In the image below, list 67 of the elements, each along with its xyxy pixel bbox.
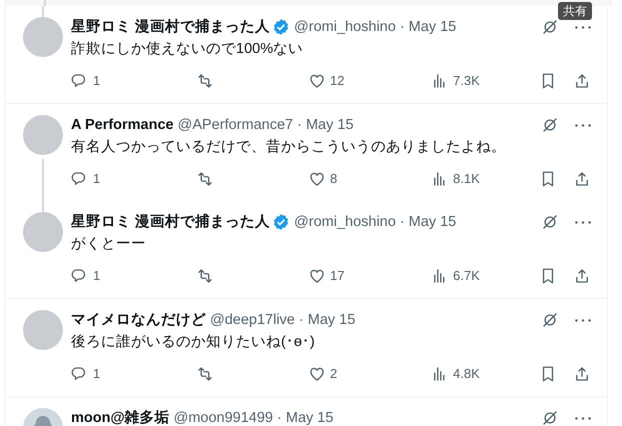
tweet-text: 有名人つかっているだけで、昔からこういうのありましたよね。 bbox=[71, 138, 507, 157]
views-button[interactable]: 8.1K bbox=[431, 169, 480, 189]
like-button[interactable]: 17 bbox=[308, 266, 344, 286]
more-button[interactable] bbox=[575, 220, 591, 224]
more-button[interactable] bbox=[575, 416, 591, 420]
share-icon bbox=[573, 365, 591, 383]
share-button[interactable] bbox=[573, 72, 591, 90]
like-button[interactable]: 12 bbox=[308, 71, 344, 91]
views-button[interactable]: 7.3K bbox=[431, 71, 480, 91]
more-icon bbox=[575, 124, 591, 126]
more-button[interactable] bbox=[575, 124, 591, 126]
share-button[interactable] bbox=[573, 365, 591, 383]
user-name[interactable]: A Performance bbox=[71, 115, 174, 135]
slashed-circle-icon bbox=[541, 116, 559, 134]
more-button[interactable] bbox=[575, 318, 591, 322]
grok-button[interactable] bbox=[541, 311, 559, 329]
slashed-circle-icon bbox=[541, 18, 559, 36]
repost-button[interactable] bbox=[196, 72, 214, 90]
reply-button[interactable]: 1 bbox=[71, 266, 100, 286]
handle-and-date: @moon991499 · May 15 bbox=[174, 409, 334, 426]
share-icon bbox=[573, 72, 591, 90]
like-button[interactable]: 2 bbox=[308, 364, 338, 384]
heart-icon bbox=[308, 72, 326, 90]
handle-and-date: @APerformance7 · May 15 bbox=[178, 116, 354, 135]
reply-button[interactable]: 1 bbox=[71, 169, 100, 189]
reply-button[interactable]: 1 bbox=[71, 364, 100, 384]
share-button[interactable] bbox=[573, 170, 591, 188]
share-tooltip: 共有 bbox=[558, 2, 592, 20]
heart-icon bbox=[308, 267, 326, 285]
grok-button[interactable] bbox=[541, 116, 559, 134]
more-icon bbox=[575, 220, 591, 224]
grok-button[interactable] bbox=[541, 18, 559, 36]
handle-and-date: @deep17live · May 15 bbox=[210, 311, 356, 330]
like-button[interactable]: 8 bbox=[308, 169, 338, 189]
more-icon bbox=[575, 26, 591, 28]
repost-button[interactable] bbox=[196, 267, 214, 285]
share-icon bbox=[573, 267, 591, 285]
handle-and-date: @romi_hoshino · May 15 bbox=[294, 18, 456, 37]
share-button[interactable] bbox=[573, 267, 591, 285]
slashed-circle-icon bbox=[541, 409, 559, 426]
repost-icon bbox=[196, 267, 214, 285]
repost-icon bbox=[196, 365, 214, 383]
slashed-circle-icon bbox=[541, 213, 559, 231]
tweet-text: 後ろに誰がいるのか知りたいね(･ө･) bbox=[71, 333, 316, 352]
repost-button[interactable] bbox=[196, 365, 214, 383]
user-name[interactable]: moon@雑多垢 bbox=[71, 408, 170, 426]
slashed-circle-icon bbox=[541, 311, 559, 329]
reply-button[interactable]: 1 bbox=[71, 71, 100, 91]
heart-icon bbox=[308, 365, 326, 383]
repost-icon bbox=[196, 72, 214, 90]
handle-and-date: @romi_hoshino · May 15 bbox=[294, 213, 456, 232]
repost-button[interactable] bbox=[196, 170, 214, 188]
heart-icon bbox=[308, 170, 326, 188]
tweet-text: がくとーー bbox=[71, 235, 147, 254]
grok-button[interactable] bbox=[541, 213, 559, 231]
grok-button[interactable] bbox=[541, 409, 559, 426]
views-button[interactable]: 4.8K bbox=[431, 364, 480, 384]
repost-icon bbox=[196, 170, 214, 188]
user-name[interactable]: 星野ロミ 漫画村で捕まった人 bbox=[71, 212, 270, 232]
more-icon bbox=[575, 318, 591, 322]
share-icon bbox=[573, 170, 591, 188]
more-icon bbox=[575, 416, 591, 420]
tweet-text: 詐欺にしか使えないので100%ない bbox=[71, 40, 304, 59]
user-name[interactable]: マイメロなんだけど bbox=[71, 310, 206, 330]
user-name[interactable]: 星野ロミ 漫画村で捕まった人 bbox=[71, 17, 270, 37]
more-button[interactable] bbox=[575, 26, 591, 28]
views-button[interactable]: 6.7K bbox=[431, 266, 480, 286]
